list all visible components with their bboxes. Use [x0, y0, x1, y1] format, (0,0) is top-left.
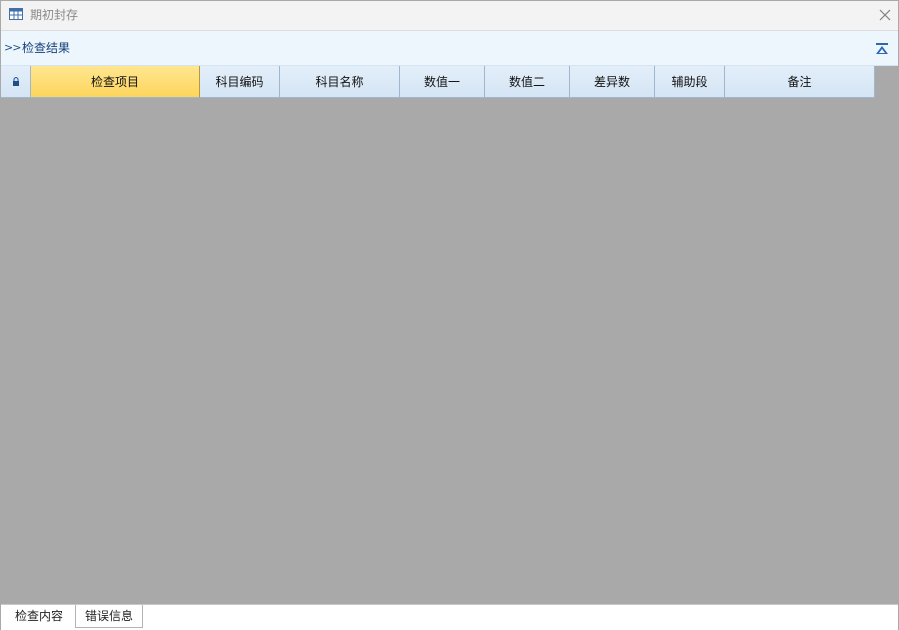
column-header-value-two[interactable]: 数值二: [485, 66, 570, 98]
column-header-check-item[interactable]: 检查项目: [31, 66, 200, 98]
collapse-up-icon[interactable]: [875, 43, 889, 55]
column-header-account-name[interactable]: 科目名称: [280, 66, 400, 98]
column-header-value-one[interactable]: 数值一: [400, 66, 485, 98]
column-header-difference[interactable]: 差异数: [570, 66, 655, 98]
dialog-window: 期初封存 >> 检查结果 检查项目 科目编码 科目名称 数值一 数值二 差异数 …: [0, 0, 899, 630]
section-title: 检查结果: [22, 41, 71, 55]
section-header: >> 检查结果: [1, 31, 898, 66]
table-icon: [9, 8, 23, 20]
double-chevron-right-icon: >>: [4, 41, 21, 54]
close-icon[interactable]: [875, 5, 895, 25]
title-bar: 期初封存: [1, 1, 898, 31]
bottom-tab-bar: 检查内容 错误信息: [1, 604, 898, 630]
tab-error-info[interactable]: 错误信息: [75, 605, 143, 628]
grid-header-row: 检查项目 科目编码 科目名称 数值一 数值二 差异数 辅助段 备注: [1, 66, 875, 98]
window-title: 期初封存: [30, 8, 79, 22]
column-header-auxiliary[interactable]: 辅助段: [655, 66, 725, 98]
lock-icon[interactable]: [1, 66, 31, 98]
results-grid[interactable]: 检查项目 科目编码 科目名称 数值一 数值二 差异数 辅助段 备注: [1, 66, 898, 604]
column-header-remarks[interactable]: 备注: [725, 66, 875, 98]
column-header-account-code[interactable]: 科目编码: [200, 66, 280, 98]
tab-check-content[interactable]: 检查内容: [5, 605, 73, 627]
